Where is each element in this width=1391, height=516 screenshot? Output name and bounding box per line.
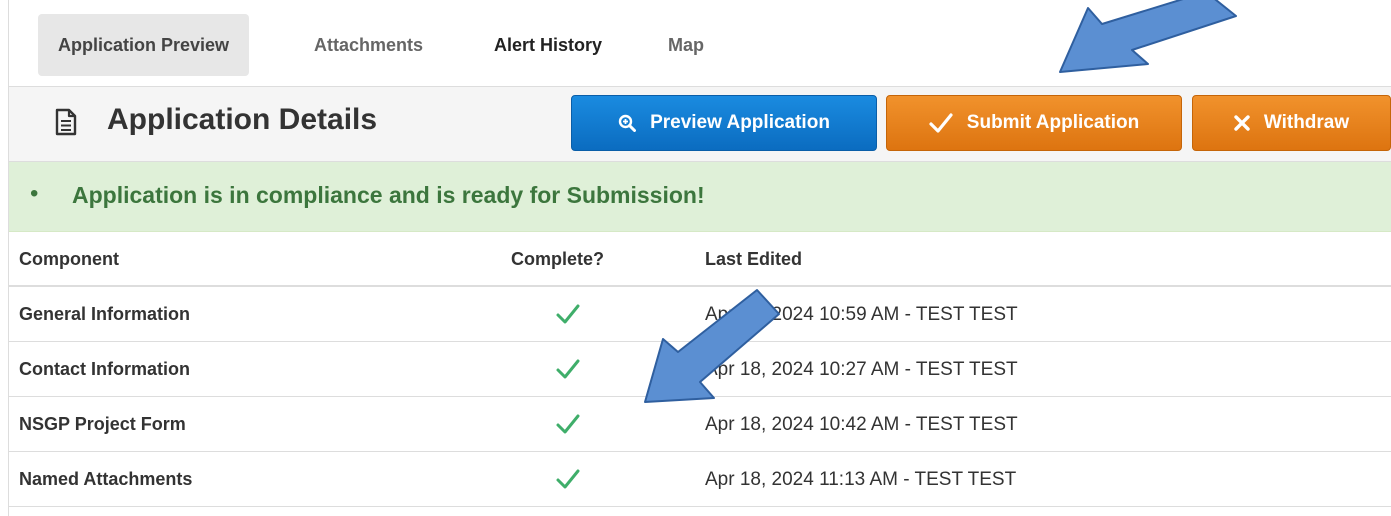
document-icon	[55, 108, 77, 136]
tab-application-preview[interactable]: Application Preview	[38, 14, 250, 76]
withdraw-label: Withdraw	[1263, 112, 1350, 133]
component-name[interactable]: NSGP Project Form	[19, 397, 186, 452]
compliance-alert: • Application is in compliance and is re…	[9, 162, 1391, 232]
last-edited: Apr 18, 2024 10:42 AM - TEST TEST	[705, 414, 1018, 435]
complete-check-icon	[556, 469, 580, 489]
component-name[interactable]: Named Attachments	[19, 452, 192, 507]
table-row[interactable]: Named Attachments Apr 18, 2024 11:13 AM …	[9, 452, 1391, 507]
preview-application-button[interactable]: Preview Application	[571, 95, 877, 151]
column-header-complete: Complete?	[511, 249, 605, 269]
withdraw-button[interactable]: Withdraw	[1192, 95, 1391, 151]
table-row[interactable]: General Information Apr 18, 2024 10:59 A…	[9, 287, 1391, 342]
component-name[interactable]: Contact Information	[19, 342, 190, 397]
table-row[interactable]: NSGP Project Form Apr 18, 2024 10:42 AM …	[9, 397, 1391, 452]
last-edited: Apr 18, 2024 10:59 AM - TEST TEST	[705, 304, 1018, 325]
preview-application-label: Preview Application	[650, 112, 830, 133]
last-edited: Apr 18, 2024 11:13 AM - TEST TEST	[705, 469, 1017, 490]
component-name[interactable]: General Information	[19, 287, 190, 342]
column-header-last-edited: Last Edited	[705, 249, 803, 269]
page-title: Application Details	[107, 103, 378, 136]
table-header-row: Component Complete? Last Edited	[9, 232, 1391, 287]
alert-bullet: •	[30, 180, 39, 207]
complete-check-icon	[556, 304, 580, 324]
components-table: Component Complete? Last Edited General …	[9, 232, 1391, 507]
tab-bar: Application Preview Attachments Alert Hi…	[9, 0, 1391, 86]
submit-application-label: Submit Application	[966, 112, 1140, 133]
complete-check-icon	[556, 359, 580, 379]
tab-alert-history[interactable]: Alert History	[494, 14, 602, 76]
checkmark-icon	[929, 113, 953, 133]
column-header-component: Component	[19, 249, 119, 269]
last-edited: Apr 18, 2024 10:27 AM - TEST TEST	[705, 359, 1018, 380]
submit-application-button[interactable]: Submit Application	[886, 95, 1182, 151]
tab-attachments[interactable]: Attachments	[314, 14, 423, 76]
complete-check-icon	[556, 414, 580, 434]
alert-message: Application is in compliance and is read…	[72, 182, 705, 208]
zoom-in-icon	[618, 114, 637, 132]
tab-map[interactable]: Map	[668, 14, 704, 76]
close-icon	[1234, 115, 1250, 131]
panel-header: Application Details Preview Application …	[9, 86, 1391, 162]
table-row[interactable]: Contact Information Apr 18, 2024 10:27 A…	[9, 342, 1391, 397]
